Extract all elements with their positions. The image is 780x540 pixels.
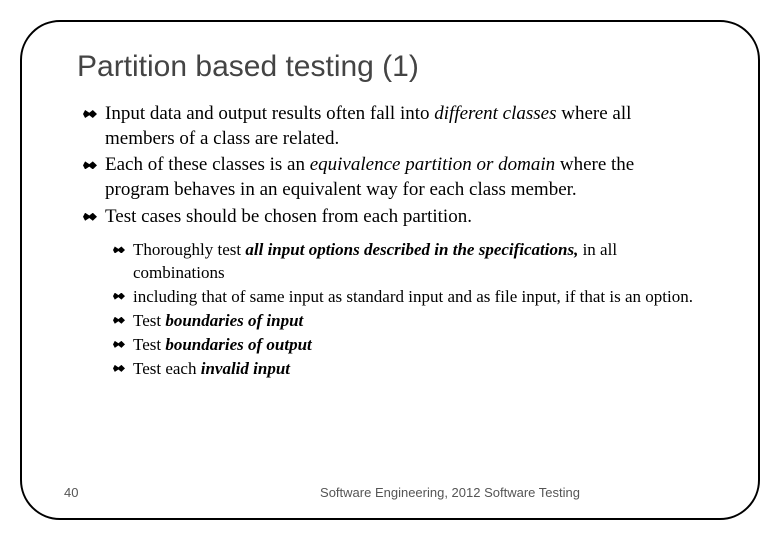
slide-title: Partition based testing (1) — [77, 50, 703, 84]
bullet-text: Input data and output results often fall… — [105, 103, 434, 124]
sub-bullet-text: Test — [133, 311, 165, 330]
sub-bullet-item: Test boundaries of output — [113, 334, 703, 356]
sub-bullet-item: Test each invalid input — [113, 358, 703, 380]
footer-text: Software Engineering, 2012 Software Test… — [22, 485, 758, 500]
bullet-emphasis: equivalence partition or domain — [310, 154, 555, 175]
bullet-text: Each of these classes is an — [105, 154, 310, 175]
sub-bullet-emphasis: boundaries of output — [165, 335, 311, 354]
bullet-item: Test cases should be chosen from each pa… — [83, 205, 703, 230]
sub-bullet-emphasis: boundaries of input — [165, 311, 303, 330]
bullet-text: Test cases should be chosen from each pa… — [105, 206, 472, 227]
sub-bullet-emphasis: all input options described in the speci… — [245, 240, 578, 259]
sub-bullet-text: including that of same input as standard… — [133, 287, 693, 306]
sub-bullet-item: including that of same input as standard… — [113, 286, 703, 308]
sub-bullet-item: Test boundaries of input — [113, 310, 703, 332]
bullet-item: Each of these classes is an equivalence … — [83, 153, 703, 202]
sub-bullet-item: Thoroughly test all input options descri… — [113, 239, 703, 283]
sub-bullet-text: Thoroughly test — [133, 240, 245, 259]
bullet-emphasis: different classes — [434, 103, 556, 124]
bullet-item: Input data and output results often fall… — [83, 102, 703, 151]
slide-frame: Partition based testing (1) Input data a… — [20, 20, 760, 520]
sub-bullet-text: Test — [133, 335, 165, 354]
sub-bullet-text: Test each — [133, 359, 201, 378]
sub-bullet-emphasis: invalid input — [201, 359, 290, 378]
main-bullet-list: Input data and output results often fall… — [77, 102, 703, 229]
sub-bullet-list: Thoroughly test all input options descri… — [77, 239, 703, 380]
